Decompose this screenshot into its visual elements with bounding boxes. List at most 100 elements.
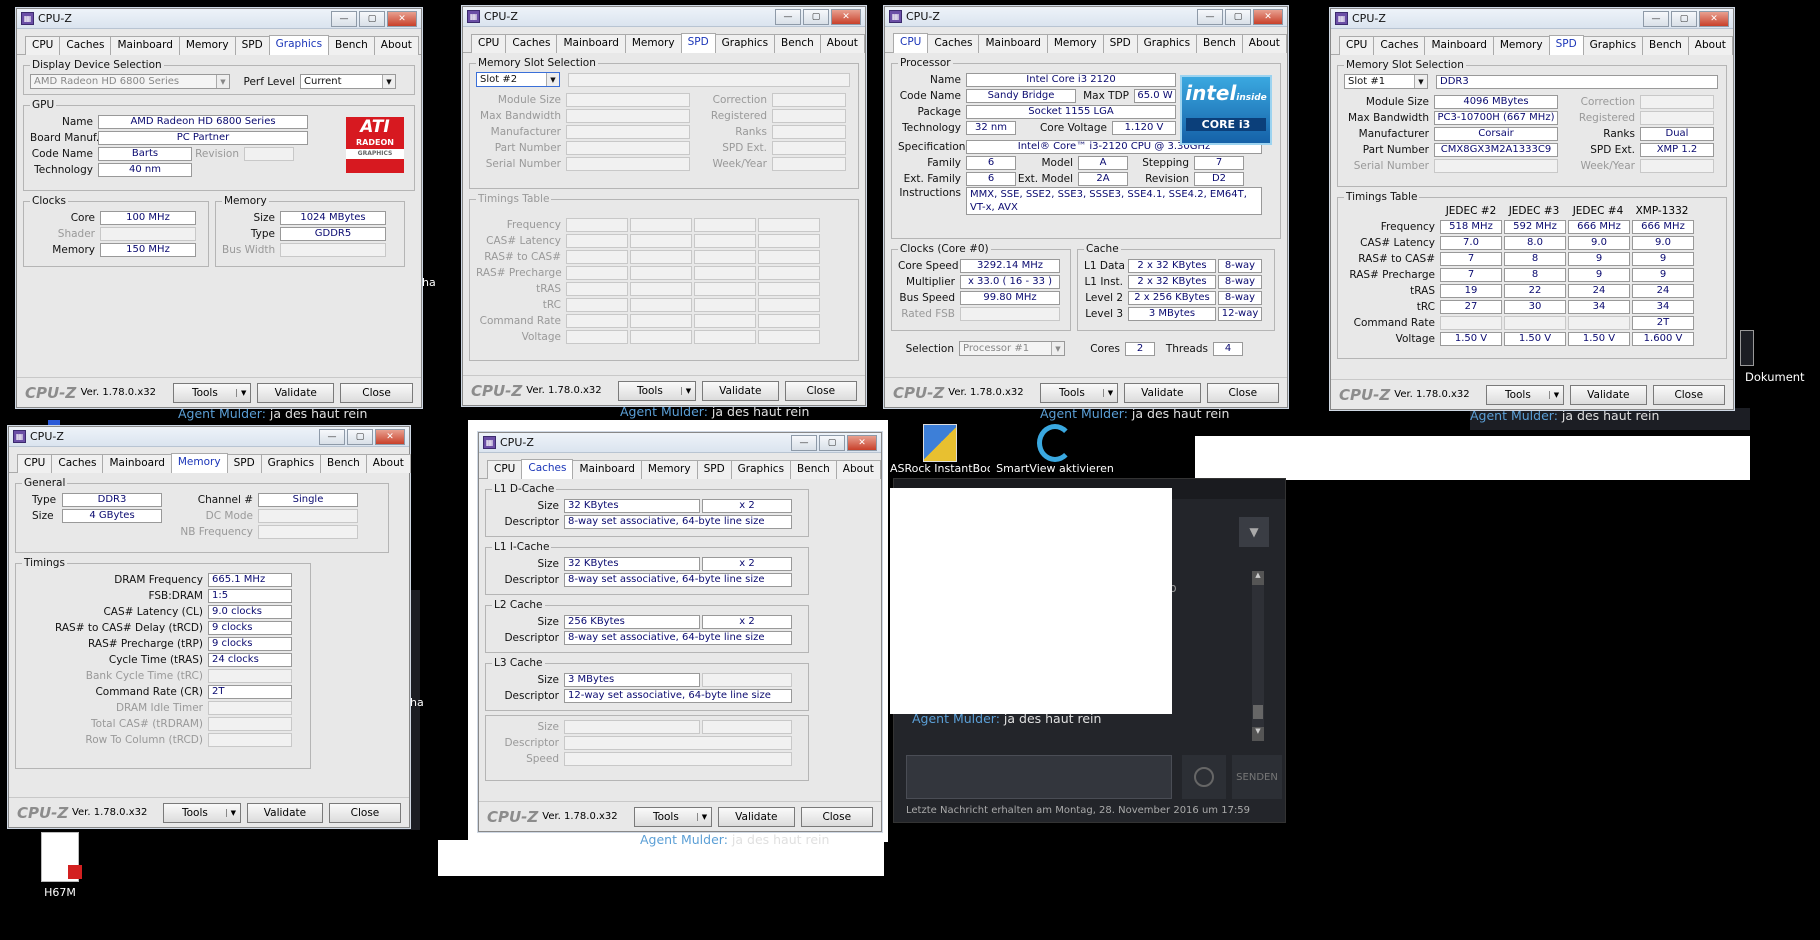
validate-button[interactable]: Validate [702,380,779,401]
tab-caches[interactable]: Caches [521,459,574,479]
close-button[interactable]: Close [328,802,402,823]
chat-dropdown-button[interactable]: ▼ [1239,517,1269,547]
tab-caches[interactable]: Caches [505,34,558,53]
titlebar[interactable]: ▦ CPU-Z — ▢ ✕ [1331,9,1733,29]
maximize-icon[interactable]: ▢ [1225,8,1251,25]
minimize-icon[interactable]: — [775,8,801,25]
maximize-icon[interactable]: ▢ [1671,10,1697,27]
desktop-icon-h67m[interactable]: H67M [30,832,90,899]
tab-memory[interactable]: Memory [1046,34,1104,53]
tools-button[interactable]: Tools ▼ [163,802,242,823]
titlebar[interactable]: ▦ CPU-Z — ▢ ✕ [17,9,421,29]
minimize-icon[interactable]: — [1197,8,1223,25]
close-icon[interactable]: ✕ [1699,10,1729,27]
close-icon[interactable]: ✕ [847,434,877,451]
minimize-icon[interactable]: — [1643,10,1669,27]
tab-bench[interactable]: Bench [1196,34,1243,53]
tab-bench[interactable]: Bench [320,454,367,473]
device-select[interactable]: AMD Radeon HD 6800 Series ▼ [30,74,230,89]
chat-input[interactable] [906,755,1172,799]
tab-cpu[interactable]: CPU [17,454,53,473]
tab-spd[interactable]: SPD [234,36,270,55]
tab-about[interactable]: About [819,34,865,53]
tab-mainboard[interactable]: Mainboard [572,460,642,479]
validate-button[interactable]: Validate [257,382,335,403]
perf-level-select[interactable]: Current ▼ [300,74,396,89]
tab-caches[interactable]: Caches [927,34,980,53]
tab-caches[interactable]: Caches [1373,36,1426,55]
close-button[interactable]: Close [784,380,857,401]
tools-button[interactable]: Tools ▼ [617,380,697,401]
processor-select[interactable]: Processor #1 ▼ [959,341,1065,356]
tab-graphics[interactable]: Graphics [1582,36,1644,55]
tab-memory[interactable]: Memory [640,460,698,479]
tab-spd[interactable]: SPD [1102,34,1138,53]
tab-cpu[interactable]: CPU [471,34,507,53]
tab-graphics[interactable]: Graphics [268,35,330,55]
tab-mainboard[interactable]: Mainboard [102,454,172,473]
titlebar[interactable]: ▦ CPU-Z — ▢ ✕ [885,7,1287,27]
emoji-icon[interactable] [1182,755,1226,799]
chat-scrollbar[interactable]: ▲ ▼ [1252,571,1264,741]
titlebar[interactable]: ▦ CPU-Z — ▢ ✕ [9,427,409,447]
tools-button[interactable]: Tools ▼ [1039,382,1119,403]
tab-about[interactable]: About [373,36,419,55]
close-icon[interactable]: ✕ [831,8,861,25]
maximize-icon[interactable]: ▢ [347,428,373,445]
tab-spd[interactable]: SPD [1548,35,1584,55]
tab-cpu[interactable]: CPU [893,33,929,53]
tab-mainboard[interactable]: Mainboard [1424,36,1494,55]
close-button[interactable]: Close [800,806,873,827]
tab-graphics[interactable]: Graphics [730,460,792,479]
tab-bench[interactable]: Bench [790,460,837,479]
slot-select[interactable]: Slot #2 ▼ [476,72,560,87]
tab-graphics[interactable]: Graphics [260,454,322,473]
tab-spd[interactable]: SPD [226,454,262,473]
tab-about[interactable]: About [1687,36,1733,55]
close-icon[interactable]: ✕ [1253,8,1283,25]
tab-spd[interactable]: SPD [680,33,716,53]
tab-graphics[interactable]: Graphics [714,34,776,53]
tab-cpu[interactable]: CPU [25,36,61,55]
validate-button[interactable]: Validate [718,806,795,827]
tab-caches[interactable]: Caches [51,454,104,473]
maximize-icon[interactable]: ▢ [359,10,385,27]
tab-about[interactable]: About [365,454,411,473]
close-icon[interactable]: ✕ [387,10,417,27]
send-button[interactable]: SENDEN [1232,755,1282,799]
tools-button[interactable]: Tools ▼ [1485,384,1565,405]
minimize-icon[interactable]: — [791,434,817,451]
close-icon[interactable]: ✕ [375,428,405,445]
tab-cpu[interactable]: CPU [487,460,523,479]
tab-mainboard[interactable]: Mainboard [556,34,626,53]
validate-button[interactable]: Validate [1124,382,1201,403]
tab-about[interactable]: About [835,460,881,479]
tab-memory[interactable]: Memory [170,453,228,473]
tab-bench[interactable]: Bench [328,36,375,55]
validate-button[interactable]: Validate [247,802,323,823]
scroll-up-icon[interactable]: ▲ [1252,571,1264,585]
tab-cpu[interactable]: CPU [1339,36,1375,55]
tab-bench[interactable]: Bench [1642,36,1689,55]
slot-select[interactable]: Slot #1 ▼ [1344,74,1428,89]
tab-caches[interactable]: Caches [59,36,112,55]
maximize-icon[interactable]: ▢ [819,434,845,451]
scroll-thumb[interactable] [1253,705,1263,719]
tools-button[interactable]: Tools ▼ [172,382,252,403]
tab-bench[interactable]: Bench [774,34,821,53]
tab-memory[interactable]: Memory [624,34,682,53]
tools-button[interactable]: Tools ▼ [633,806,713,827]
close-button[interactable]: Close [1652,384,1725,405]
close-button[interactable]: Close [1206,382,1279,403]
tab-memory[interactable]: Memory [1492,36,1550,55]
validate-button[interactable]: Validate [1570,384,1647,405]
tab-graphics[interactable]: Graphics [1136,34,1198,53]
scroll-down-icon[interactable]: ▼ [1252,727,1264,741]
close-button[interactable]: Close [340,382,413,403]
tab-about[interactable]: About [1241,34,1287,53]
tab-mainboard[interactable]: Mainboard [110,36,180,55]
tab-memory[interactable]: Memory [178,36,236,55]
minimize-icon[interactable]: — [331,10,357,27]
desktop-icon-smartview[interactable]: SmartView aktivieren [995,424,1115,475]
tab-mainboard[interactable]: Mainboard [978,34,1048,53]
